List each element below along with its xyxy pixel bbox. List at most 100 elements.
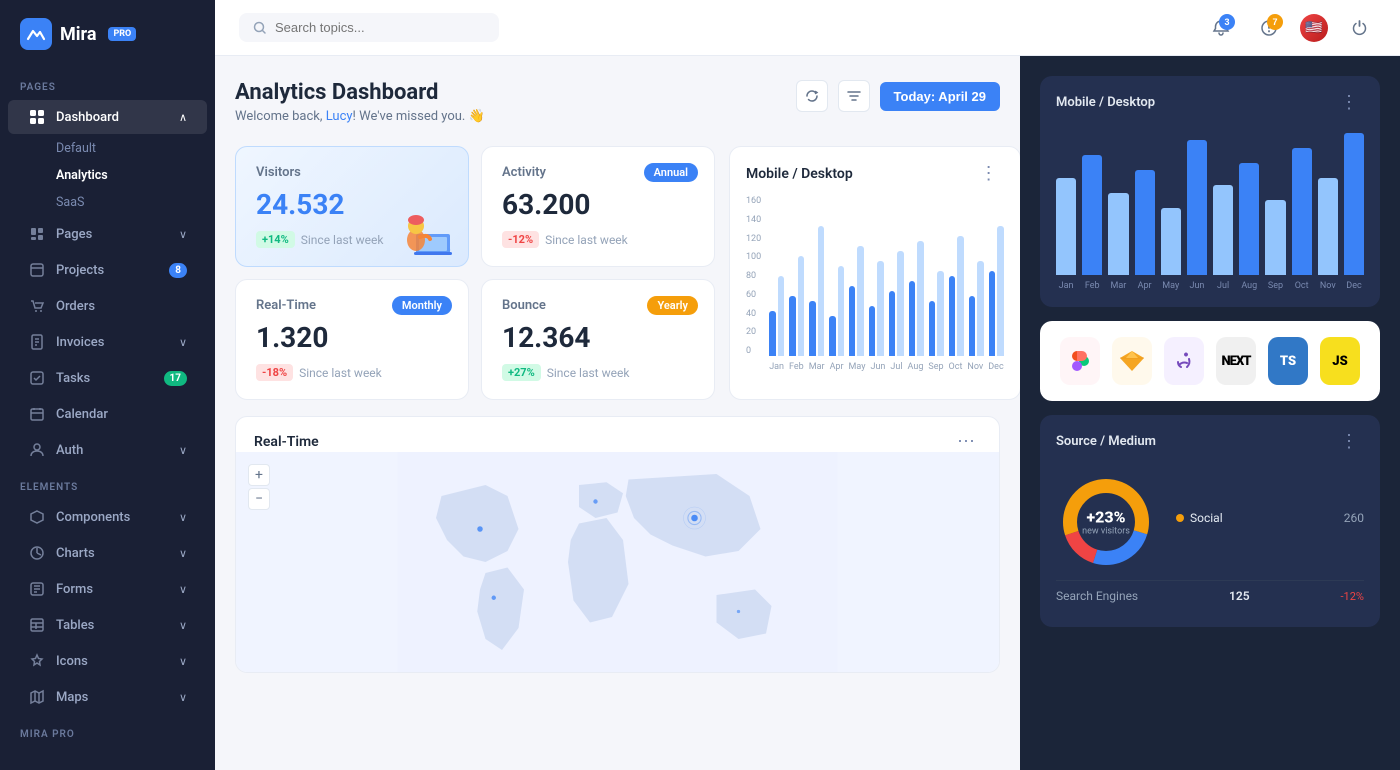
- sidebar-item-tables[interactable]: Tables ∨: [8, 608, 207, 642]
- bar-sep: [929, 271, 944, 356]
- alerts-badge: 7: [1267, 14, 1283, 30]
- sidebar-subitem-default[interactable]: Default: [8, 135, 207, 162]
- source-item-social: Social 260: [1176, 511, 1364, 525]
- sidebar-item-components[interactable]: Components ∨: [8, 500, 207, 534]
- sidebar-item-orders[interactable]: Orders: [8, 289, 207, 323]
- projects-label: Projects: [56, 263, 104, 278]
- bar-apr: [829, 266, 844, 356]
- donut-subtitle: new visitors: [1082, 527, 1130, 537]
- bar-jan-dark: [769, 311, 775, 356]
- components-chevron: ∨: [179, 511, 187, 524]
- tasks-badge: 17: [164, 371, 187, 386]
- visitors-illustration: [378, 182, 458, 266]
- bar-jul: [889, 251, 904, 356]
- dark-bars-area: [1056, 125, 1364, 275]
- today-button[interactable]: Today: April 29: [880, 82, 1000, 111]
- sidebar-item-dashboard[interactable]: Dashboard ∧: [8, 100, 207, 134]
- logo-icon: [20, 18, 52, 50]
- sidebar-subitem-saas[interactable]: SaaS: [8, 189, 207, 216]
- projects-icon: [28, 261, 46, 279]
- sidebar-item-maps[interactable]: Maps ∨: [8, 680, 207, 714]
- bounce-value: 12.364: [502, 321, 694, 354]
- light-panel: Analytics Dashboard Welcome back, Lucy! …: [215, 56, 1020, 770]
- alerts-button[interactable]: 7: [1252, 11, 1286, 45]
- pages-icon: [28, 225, 46, 243]
- forms-label: Forms: [56, 582, 93, 597]
- page-subtitle: Welcome back, Lucy! We've missed you. 👋: [235, 109, 485, 124]
- bar-feb: [789, 256, 804, 356]
- pro-badge: PRO: [108, 27, 136, 41]
- charts-label: Charts: [56, 546, 95, 561]
- tables-label: Tables: [56, 618, 94, 633]
- projects-badge: 8: [169, 263, 187, 278]
- source-medium-card: Source / Medium ⋮: [1040, 415, 1380, 627]
- language-flag[interactable]: 🇺🇸: [1300, 14, 1328, 42]
- zoom-in-button[interactable]: +: [248, 464, 270, 486]
- activity-card: Annual Activity 63.200 -12% Since last w…: [481, 146, 715, 267]
- icons-chevron: ∨: [179, 655, 187, 668]
- refresh-icon: [805, 89, 819, 103]
- tables-chevron: ∨: [179, 619, 187, 632]
- power-button[interactable]: [1342, 11, 1376, 45]
- figma-logo: [1060, 337, 1100, 385]
- stats-grid: Visitors 24.532 +14% Since last week: [235, 146, 715, 400]
- activity-change: -12%: [502, 231, 539, 248]
- notifications-button[interactable]: 3: [1204, 11, 1238, 45]
- search-engines-row: Search Engines 125 -12%: [1056, 580, 1364, 611]
- bounce-card: Yearly Bounce 12.364 +27% Since last wee…: [481, 279, 715, 400]
- refresh-button[interactable]: [796, 80, 828, 112]
- bar-mar: [809, 226, 824, 356]
- zoom-out-button[interactable]: −: [248, 488, 270, 510]
- orders-label: Orders: [56, 299, 95, 314]
- filter-button[interactable]: [838, 80, 870, 112]
- sidebar-item-auth[interactable]: Auth ∨: [8, 433, 207, 467]
- sidebar-item-pages[interactable]: Pages ∨: [8, 217, 207, 251]
- javascript-logo: JS: [1320, 337, 1360, 385]
- maps-chevron: ∨: [179, 691, 187, 704]
- orders-icon: [28, 297, 46, 315]
- map-header: Real-Time ⋯: [236, 417, 999, 452]
- mobile-desktop-chart: Mobile / Desktop ⋮ 0 20 40 60 80 100 120: [729, 146, 1020, 400]
- bounce-badge: Yearly: [647, 296, 698, 315]
- sidebar-item-tasks[interactable]: Tasks 17: [8, 361, 207, 395]
- notifications-badge: 3: [1219, 14, 1235, 30]
- map-menu-button[interactable]: ⋯: [953, 431, 981, 452]
- bar-jan: [769, 276, 784, 356]
- auth-chevron: ∨: [179, 444, 187, 457]
- search-engines-change: -12%: [1341, 590, 1364, 603]
- auth-icon: [28, 441, 46, 459]
- components-icon: [28, 508, 46, 526]
- dark-bar-chart-card: Mobile / Desktop ⋮: [1040, 76, 1380, 307]
- donut-center: +23% new visitors: [1082, 508, 1130, 537]
- auth-label: Auth: [56, 443, 83, 458]
- sidebar-item-projects[interactable]: Projects 8: [8, 253, 207, 287]
- realtime-card: Monthly Real-Time 1.320 -18% Since last …: [235, 279, 469, 400]
- source-menu-button[interactable]: ⋮: [1336, 431, 1364, 452]
- search-input[interactable]: [275, 20, 475, 35]
- nextjs-text: NEXT: [1222, 354, 1251, 369]
- icons-icon: [28, 652, 46, 670]
- social-label: Social: [1190, 511, 1223, 525]
- sidebar-item-icons[interactable]: Icons ∨: [8, 644, 207, 678]
- main-stats-row: Visitors 24.532 +14% Since last week: [235, 146, 1000, 400]
- search-box[interactable]: [239, 13, 499, 42]
- sidebar-subitem-analytics[interactable]: Analytics: [8, 162, 207, 189]
- sidebar-item-calendar[interactable]: Calendar: [8, 397, 207, 431]
- bounce-period: Since last week: [547, 366, 630, 380]
- pages-chevron: ∨: [179, 228, 187, 241]
- charts-icon: [28, 544, 46, 562]
- dashboard-label: Dashboard: [56, 110, 119, 125]
- sidebar-item-charts[interactable]: Charts ∨: [8, 536, 207, 570]
- invoices-label: Invoices: [56, 335, 104, 350]
- map-controls: + −: [248, 464, 270, 510]
- sidebar-item-forms[interactable]: Forms ∨: [8, 572, 207, 606]
- bar-dec: [989, 226, 1004, 356]
- donut-percentage: +23%: [1082, 508, 1130, 527]
- bar-jun: [869, 261, 884, 356]
- dark-chart-menu[interactable]: ⋮: [1336, 92, 1364, 113]
- sidebar-item-invoices[interactable]: Invoices ∨: [8, 325, 207, 359]
- sidebar: Mira PRO PAGES Dashboard ∧ Default Analy…: [0, 0, 215, 770]
- topbar-actions: 3 7 🇺🇸: [1204, 11, 1376, 45]
- map-title: Real-Time: [254, 434, 319, 450]
- chart-menu-button[interactable]: ⋮: [976, 163, 1004, 184]
